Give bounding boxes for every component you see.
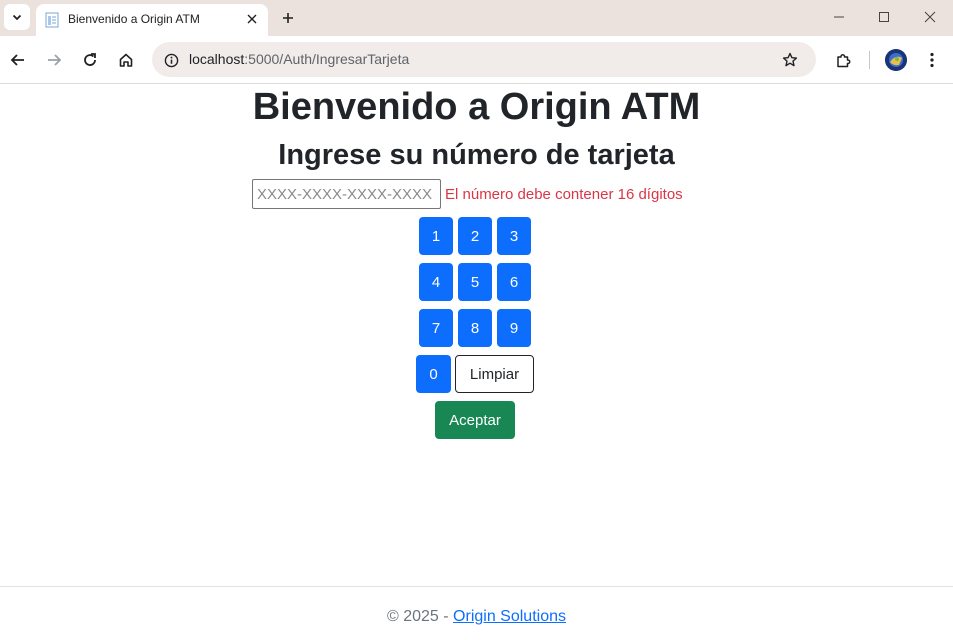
footer-link-origin-solutions[interactable]: Origin Solutions bbox=[453, 608, 566, 625]
back-button[interactable] bbox=[5, 47, 31, 73]
validation-error-message: El número debe contener 16 dígitos bbox=[445, 186, 683, 203]
url-host: localhost bbox=[189, 51, 245, 67]
keypad-button-3[interactable]: 3 bbox=[497, 217, 531, 255]
keypad-button-8[interactable]: 8 bbox=[458, 309, 492, 347]
footer-divider bbox=[0, 586, 953, 587]
keypad-button-6[interactable]: 6 bbox=[497, 263, 531, 301]
bookmark-button[interactable] bbox=[778, 48, 802, 72]
plus-icon bbox=[283, 13, 293, 23]
browser-tab-bar: Bienvenido a Origin ATM bbox=[0, 0, 953, 36]
tab-title: Bienvenido a Origin ATM bbox=[68, 12, 200, 26]
star-icon bbox=[782, 52, 798, 67]
browser-menu-button[interactable] bbox=[919, 47, 945, 73]
chevron-down-icon bbox=[12, 14, 22, 21]
address-bar[interactable]: localhost:5000/Auth/IngresarTarjeta bbox=[152, 42, 816, 77]
card-number-input[interactable] bbox=[252, 179, 441, 209]
keypad-button-9[interactable]: 9 bbox=[497, 309, 531, 347]
maximize-button[interactable] bbox=[864, 4, 904, 30]
url-path: :5000/Auth/IngresarTarjeta bbox=[244, 51, 410, 67]
accept-button[interactable]: Aceptar bbox=[435, 401, 515, 439]
arrow-right-icon bbox=[48, 54, 62, 66]
keypad-button-1[interactable]: 1 bbox=[419, 217, 453, 255]
page-footer: © 2025 - Origin Solutions bbox=[0, 608, 953, 626]
reload-icon bbox=[84, 53, 96, 66]
close-window-button[interactable] bbox=[910, 4, 950, 30]
keypad-button-2[interactable]: 2 bbox=[458, 217, 492, 255]
maximize-icon bbox=[879, 12, 889, 22]
home-button[interactable] bbox=[113, 47, 139, 73]
home-icon bbox=[119, 53, 133, 67]
footer-copyright: © 2025 - bbox=[387, 608, 454, 625]
arrow-left-icon bbox=[10, 54, 24, 66]
minimize-icon bbox=[834, 16, 844, 18]
forward-button[interactable] bbox=[41, 47, 67, 73]
reload-button[interactable] bbox=[77, 47, 103, 73]
page-title: Bienvenido a Origin ATM bbox=[252, 86, 701, 128]
toolbar-separator bbox=[869, 51, 870, 69]
extensions-button[interactable] bbox=[830, 47, 856, 73]
browser-toolbar: localhost:5000/Auth/IngresarTarjeta bbox=[0, 36, 953, 84]
close-icon bbox=[924, 11, 936, 23]
tab-search-button[interactable] bbox=[4, 4, 30, 30]
keypad-button-7[interactable]: 7 bbox=[419, 309, 453, 347]
page-favicon-icon bbox=[45, 12, 59, 28]
url-text[interactable]: localhost:5000/Auth/IngresarTarjeta bbox=[189, 51, 409, 67]
tab-close-button[interactable] bbox=[241, 8, 263, 30]
minimize-button[interactable] bbox=[819, 4, 859, 30]
info-icon bbox=[164, 53, 178, 67]
site-info-button[interactable] bbox=[160, 49, 182, 71]
browser-tab-active[interactable]: Bienvenido a Origin ATM bbox=[36, 4, 268, 36]
page-subtitle: Ingrese su número de tarjeta bbox=[278, 139, 675, 171]
profile-avatar[interactable] bbox=[885, 49, 907, 71]
puzzle-icon bbox=[836, 53, 850, 67]
more-vertical-icon bbox=[930, 52, 934, 68]
new-tab-button[interactable] bbox=[276, 6, 300, 30]
close-icon bbox=[247, 14, 257, 24]
profile-avatar-icon bbox=[885, 49, 907, 71]
keypad-button-4[interactable]: 4 bbox=[419, 263, 453, 301]
clear-button[interactable]: Limpiar bbox=[455, 355, 534, 393]
keypad-button-5[interactable]: 5 bbox=[458, 263, 492, 301]
keypad-button-0[interactable]: 0 bbox=[416, 355, 451, 393]
